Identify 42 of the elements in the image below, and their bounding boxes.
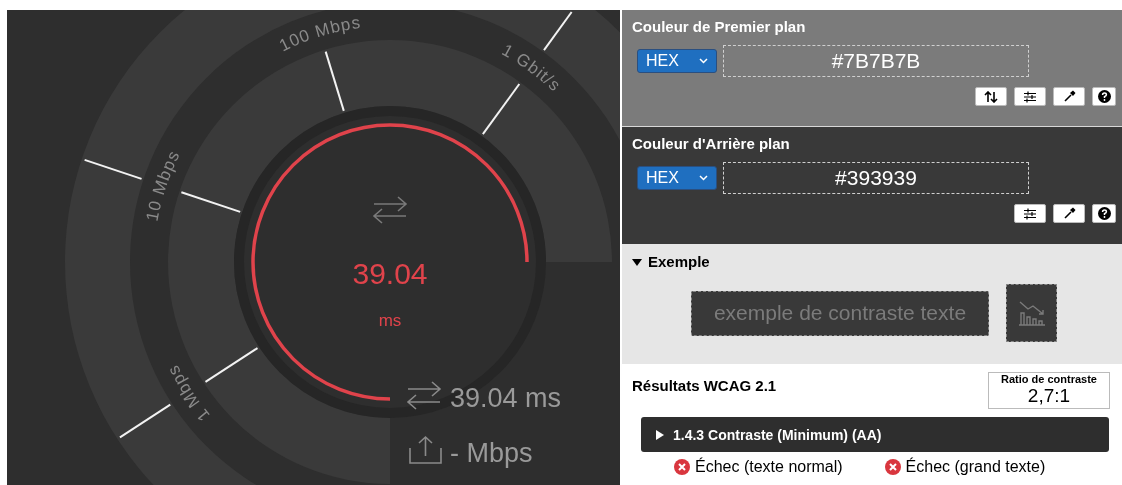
eyedropper-icon [1062, 207, 1076, 220]
section-title: Couleur d'Arrière plan [632, 135, 791, 152]
format-select[interactable]: HEX [637, 166, 717, 190]
section-title: Exemple [648, 253, 710, 270]
eyedropper-button[interactable] [1053, 87, 1085, 106]
eyedropper-button[interactable] [1053, 204, 1085, 223]
contrast-sample: exemple de contraste texte [691, 290, 989, 336]
format-select[interactable]: HEX [637, 49, 717, 73]
help-button[interactable] [1092, 87, 1116, 106]
caret-icon [699, 175, 708, 181]
criterion-toggle[interactable]: 1.4.3 Contraste (Minimum) (AA) [641, 417, 1109, 452]
ratio-label: Ratio de contraste [1001, 373, 1097, 385]
eyedropper-icon [1062, 90, 1076, 103]
chart-icon [1016, 299, 1047, 327]
sliders-button[interactable] [1014, 204, 1046, 223]
ping-value: 39.04 [352, 257, 428, 290]
sliders-icon [1023, 207, 1037, 220]
disclosure-triangle-icon[interactable] [632, 256, 642, 267]
reading-text: - Mbps [450, 438, 533, 468]
caret-icon [699, 58, 708, 64]
transfer-arrows-icon [406, 381, 442, 410]
outcome-text: Échec (texte normal) [695, 458, 843, 476]
hex-field[interactable]: #7B7B7B [723, 45, 1029, 77]
hex-field[interactable]: #393939 [723, 162, 1029, 194]
section-title: Couleur de Premier plan [632, 18, 807, 35]
scale-tick [324, 50, 345, 112]
sliders-button[interactable] [1014, 87, 1046, 106]
swap-button[interactable] [975, 87, 1007, 106]
outcome-text: Échec (grand texte) [905, 458, 1046, 476]
chart-button[interactable] [1006, 284, 1057, 342]
scale-label: 100 Mbps [276, 12, 363, 56]
sliders-icon [1023, 90, 1037, 103]
help-icon [1097, 90, 1111, 103]
help-button[interactable] [1092, 204, 1116, 223]
ping-unit: ms [378, 311, 402, 330]
ratio-value: 2,7:1 [1027, 385, 1071, 407]
help-icon [1097, 207, 1111, 220]
reading-text: 39.04 ms [450, 383, 562, 413]
swap-arrows-icon [984, 90, 998, 103]
upload-icon [409, 435, 442, 464]
transfer-arrows-icon [372, 196, 408, 224]
results-title: Résultats WCAG 2.1 [632, 377, 777, 394]
